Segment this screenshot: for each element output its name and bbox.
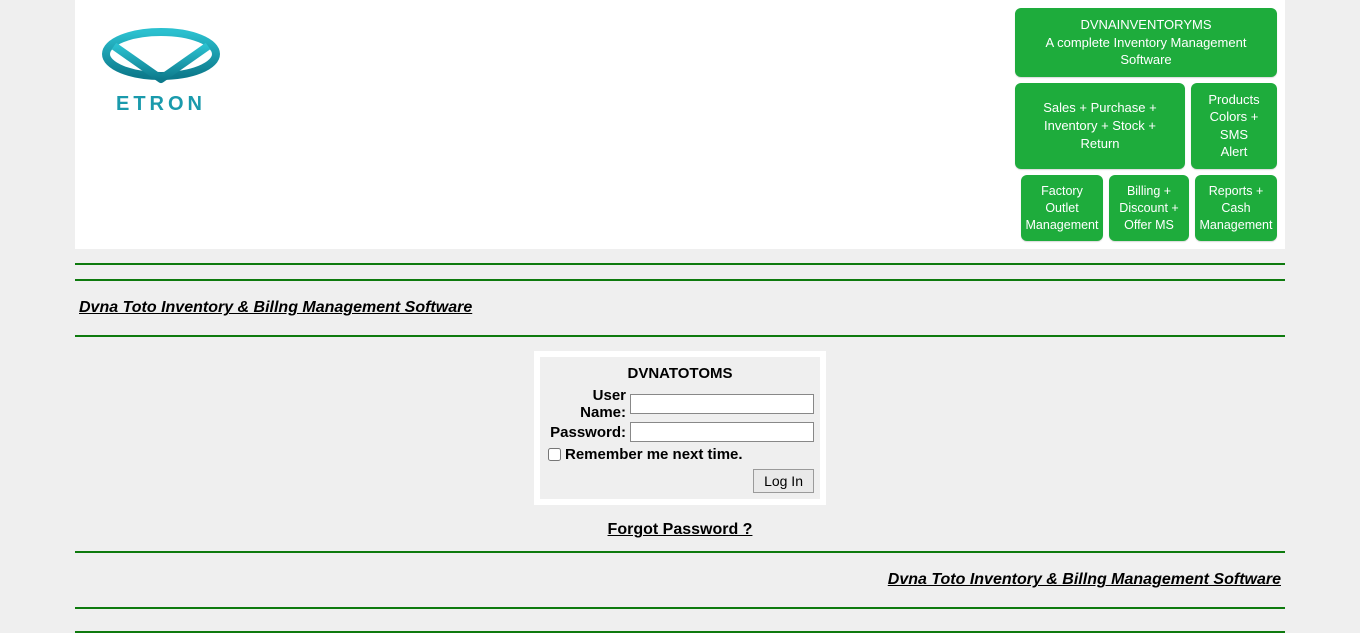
password-label: Password: (546, 424, 630, 441)
badge-main: DVNAINVENTORYMS A complete Inventory Man… (1015, 8, 1277, 77)
page-title-bottom: Dvna Toto Inventory & Billng Management … (75, 553, 1285, 607)
logo: ETRON (91, 0, 231, 119)
header: ETRON DVNAINVENTORYMS A complete Invento… (75, 0, 1285, 249)
username-label: User Name: (546, 387, 630, 421)
badge-sales: Sales + Purchase + Inventory + Stock + R… (1015, 83, 1185, 169)
badge-reports: Reports + Cash Management (1195, 175, 1277, 242)
etron-logo-icon: ETRON (91, 24, 231, 116)
badge-factory: Factory Outlet Management (1021, 175, 1103, 242)
badge-main-line1: DVNAINVENTORYMS (1081, 16, 1212, 34)
remember-label: Remember me next time. (565, 446, 743, 463)
password-input[interactable] (630, 422, 814, 442)
badge-main-line2: A complete Inventory Management Software (1025, 34, 1267, 69)
page-title-top: Dvna Toto Inventory & Billng Management … (75, 281, 1285, 335)
svg-text:ETRON: ETRON (116, 93, 206, 115)
forgot-password-link[interactable]: Forgot Password ? (608, 521, 753, 538)
login-panel: DVNATOTOMS User Name: Password: Remember… (534, 351, 826, 505)
username-input[interactable] (630, 394, 814, 414)
badge-billing: Billing + Discount + Offer MS (1109, 175, 1189, 242)
login-title: DVNATOTOMS (546, 363, 814, 386)
remember-checkbox[interactable] (548, 448, 561, 461)
header-badges: DVNAINVENTORYMS A complete Inventory Man… (1015, 0, 1285, 249)
login-button[interactable]: Log In (753, 469, 814, 493)
badge-products: Products Colors + SMS Alert (1191, 83, 1277, 169)
